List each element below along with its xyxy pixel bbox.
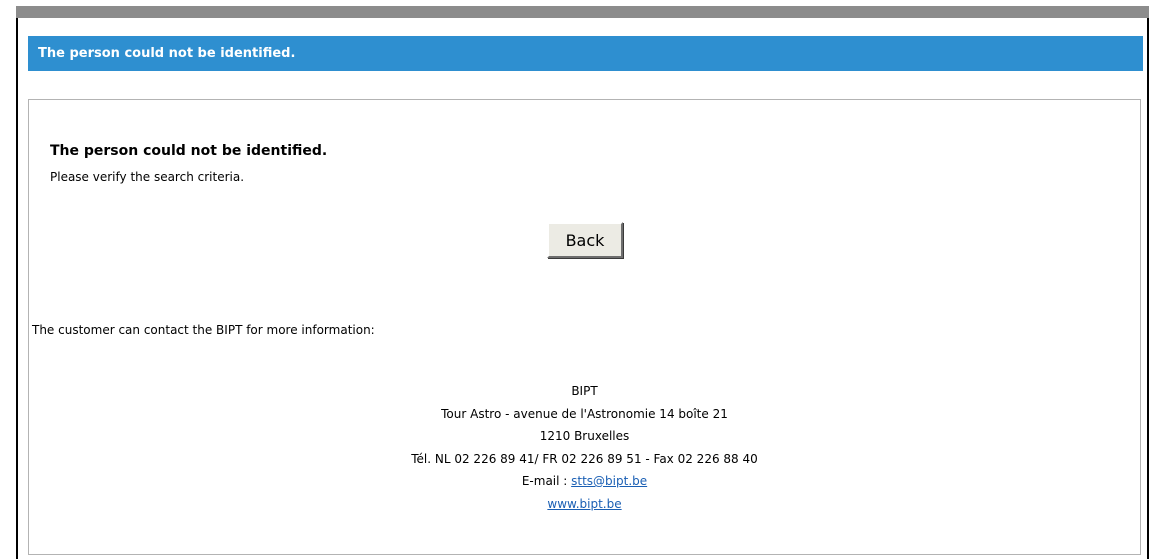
back-button[interactable]: Back (547, 222, 623, 258)
contact-address: BIPT Tour Astro - avenue de l'Astronomie… (28, 380, 1141, 515)
top-strip (16, 6, 1149, 18)
page-header: The person could not be identified. (28, 36, 1143, 71)
error-subtitle: Please verify the search criteria. (50, 170, 245, 184)
error-title: The person could not be identified. (50, 143, 328, 159)
email-line: E-mail : stts@bipt.be (28, 470, 1141, 493)
email-link[interactable]: stts@bipt.be (571, 474, 647, 488)
website-link[interactable]: www.bipt.be (547, 497, 621, 511)
city: 1210 Bruxelles (539, 429, 630, 443)
email-label: E-mail : (521, 474, 572, 488)
page-title: The person could not be identified. (38, 46, 296, 61)
contact-intro: The customer can contact the BIPT for mo… (32, 323, 375, 337)
street-address: Tour Astro - avenue de l'Astronomie 14 b… (441, 406, 728, 421)
phone-fax: Tél. NL 02 226 89 41/ FR 02 226 89 51 - … (411, 451, 758, 466)
org-name: BIPT (571, 384, 598, 398)
website-line: www.bipt.be (28, 493, 1141, 516)
